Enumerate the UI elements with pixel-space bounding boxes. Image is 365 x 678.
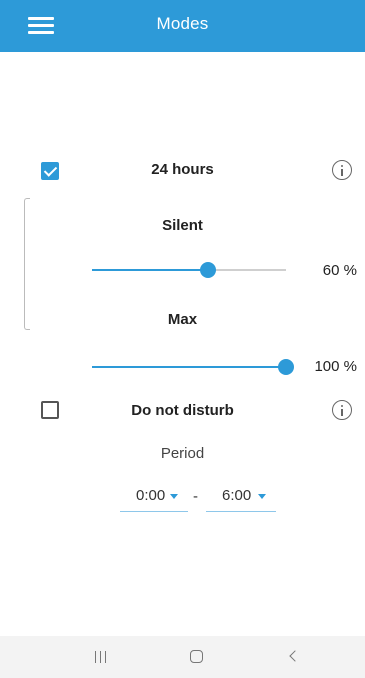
slider-fill xyxy=(92,268,209,271)
max-label: Max xyxy=(167,311,198,328)
recent-apps-icon[interactable] xyxy=(94,651,108,663)
silent-label: Silent xyxy=(162,217,203,234)
do-not-disturb-label: Do not disturb xyxy=(131,402,234,419)
start-time-dropdown[interactable]: 0:00 xyxy=(120,484,188,512)
do-not-disturb-info-icon[interactable] xyxy=(332,400,352,420)
time-separator: - xyxy=(193,488,198,505)
back-icon[interactable] xyxy=(287,649,301,665)
chevron-down-icon xyxy=(170,494,178,499)
max-value: 100 % xyxy=(314,358,357,375)
slider-fill xyxy=(92,365,286,368)
start-time-value: 0:00 xyxy=(136,487,166,504)
system-nav-bar xyxy=(0,636,365,678)
home-icon[interactable] xyxy=(190,650,203,663)
end-time-dropdown[interactable]: 6:00 xyxy=(206,484,276,512)
24-hours-label: 24 hours xyxy=(151,161,214,178)
chevron-down-icon xyxy=(258,494,266,499)
silent-volume-slider[interactable] xyxy=(92,260,286,280)
24-hours-info-icon[interactable] xyxy=(332,160,352,180)
slider-thumb[interactable] xyxy=(200,262,217,278)
max-volume-slider[interactable] xyxy=(92,357,294,377)
slider-thumb[interactable] xyxy=(278,359,294,375)
period-label: Period xyxy=(160,445,205,462)
app-bar: Modes xyxy=(0,0,365,52)
silent-value: 60 % xyxy=(322,262,357,279)
end-time-value: 6:00 xyxy=(222,487,252,504)
page-title: Modes xyxy=(156,14,209,33)
